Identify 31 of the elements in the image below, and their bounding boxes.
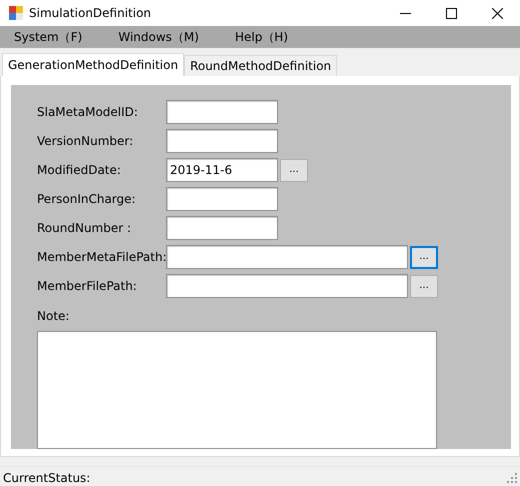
field-label: RoundNumber : [37,220,132,237]
field-label: SlaMetaModelID: [37,104,139,121]
note-label: Note: [37,308,70,325]
input-field[interactable]: 2019-11-6 [166,158,278,182]
input-field[interactable] [166,216,278,240]
status-text: CurrentStatus: [3,470,90,486]
tab[interactable]: GenerationMethodDefinition [2,53,184,76]
browse-button[interactable]: ... [410,246,438,268]
resize-grip-icon[interactable] [507,472,517,482]
field-label: PersonInCharge: [37,191,137,208]
window-title: SimulationDefinition [29,5,152,22]
maximize-icon [446,8,456,18]
note-field[interactable] [37,331,437,449]
field-label: MemberMetaFilePath: [37,249,166,266]
menu-item[interactable]: Help（H) [228,28,294,46]
input-field[interactable] [166,274,408,298]
input-field[interactable] [166,100,278,124]
field-label: VersionNumber: [37,133,134,150]
menu-item[interactable]: Windows（M) [112,28,205,46]
field-label: MemberFilePath: [37,278,138,295]
tab[interactable]: RoundMethodDefinition [184,55,338,76]
app-icon [9,6,23,20]
input-field[interactable] [166,187,278,211]
browse-button[interactable]: ... [410,274,438,298]
minimize-icon [400,12,410,14]
input-field[interactable] [166,129,278,153]
input-field[interactable] [166,245,408,269]
close-icon [492,8,502,18]
browse-button[interactable]: ... [280,158,308,182]
menu-item[interactable]: System（F) [8,28,88,46]
field-label: ModifiedDate: [37,162,122,179]
